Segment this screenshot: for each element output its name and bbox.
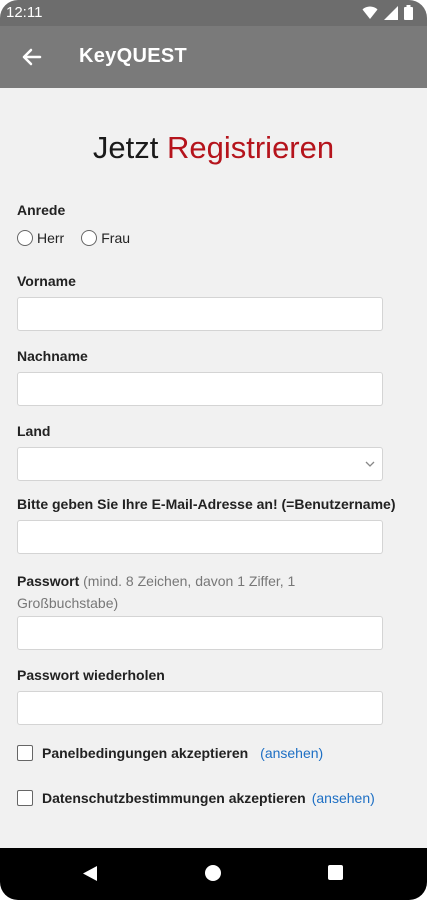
privacy-checkbox[interactable] — [17, 790, 33, 806]
privacy-view-link[interactable]: (ansehen) — [312, 790, 375, 806]
salutation-radio-group: Herr Frau — [17, 230, 147, 246]
privacy-label[interactable]: Datenschutzbestimmungen akzeptieren — [42, 790, 306, 806]
password-repeat-label: Passwort wiederholen — [17, 667, 165, 683]
lastname-label: Nachname — [17, 348, 88, 364]
status-time: 12:11 — [6, 4, 43, 21]
registration-form: Jetzt Registrieren Anrede Herr Frau Vorn… — [0, 88, 427, 848]
terms-checkbox[interactable] — [17, 745, 33, 761]
radio-frau-label[interactable]: Frau — [101, 230, 130, 246]
radio-herr-label[interactable]: Herr — [37, 230, 64, 246]
terms-label[interactable]: Panelbedingungen akzeptieren — [42, 745, 248, 761]
page-title-part1: Jetzt — [92, 130, 159, 165]
country-label: Land — [17, 423, 51, 439]
email-input[interactable] — [17, 520, 383, 554]
password-label: Passwort (mind. 8 Zeichen, davon 1 Ziffe… — [17, 570, 337, 614]
terms-row: Panelbedingungen akzeptieren (ansehen) — [17, 745, 323, 761]
signal-icon — [384, 5, 398, 20]
page-title-part2: Registrieren — [166, 130, 335, 165]
app-title: KeyQUEST — [79, 45, 187, 67]
radio-herr[interactable] — [17, 230, 33, 246]
firstname-input[interactable] — [17, 297, 383, 331]
wifi-icon — [362, 6, 378, 19]
battery-icon — [404, 5, 413, 20]
firstname-label: Vorname — [17, 273, 76, 289]
country-select[interactable] — [17, 447, 383, 481]
salutation-label: Anrede — [17, 202, 66, 218]
password-label-text: Passwort — [17, 573, 80, 589]
terms-view-link[interactable]: (ansehen) — [260, 745, 323, 761]
status-icons — [362, 5, 413, 20]
nav-recent-square-icon[interactable] — [328, 865, 343, 880]
page-title: Jetzt Registrieren — [0, 130, 427, 166]
lastname-input[interactable] — [17, 372, 383, 406]
chevron-down-icon — [365, 461, 375, 467]
phone-screen: 12:11 KeyQUEST Jetzt Registrieren Anrede — [0, 0, 427, 900]
status-bar: 12:11 — [0, 0, 427, 26]
nav-home-circle-icon[interactable] — [205, 865, 221, 881]
system-nav-bar — [0, 848, 427, 900]
privacy-row: Datenschutzbestimmungen akzeptieren (ans… — [17, 790, 375, 806]
radio-frau[interactable] — [81, 230, 98, 246]
arrow-left-icon[interactable] — [16, 42, 46, 72]
app-bar: KeyQUEST — [0, 26, 427, 88]
password-input[interactable] — [17, 616, 383, 650]
email-label: Bitte geben Sie Ihre E-Mail-Adresse an! … — [17, 496, 396, 512]
password-repeat-input[interactable] — [17, 691, 383, 725]
nav-back-triangle-icon[interactable] — [82, 865, 98, 882]
